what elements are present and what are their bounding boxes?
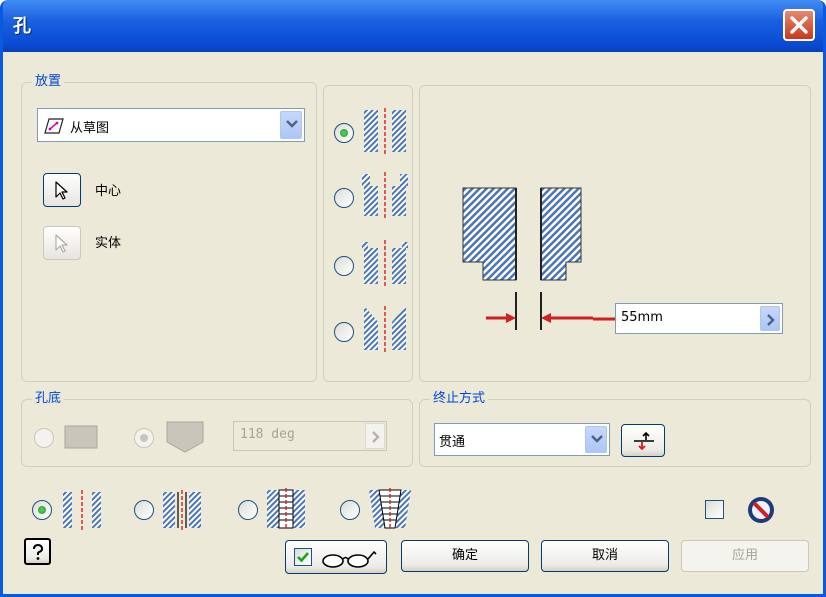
title-bar[interactable]: 孔 (3, 0, 823, 52)
countersink-hole-icon[interactable] (362, 306, 408, 352)
flip-direction-button[interactable] (621, 424, 665, 457)
taper-tapped-hole-icon[interactable] (367, 488, 413, 530)
thread-tapped-radio[interactable] (238, 500, 258, 520)
counterbore-hole-icon[interactable] (362, 172, 408, 218)
placement-dropdown-button[interactable] (280, 111, 302, 139)
placement-group-title: 放置 (32, 74, 65, 90)
preview-checkbox[interactable] (294, 548, 312, 566)
cursor-arrow-icon (55, 234, 68, 253)
diameter-options-button[interactable] (760, 306, 780, 331)
placement-value: 从草图 (70, 121, 110, 136)
diameter-value: 55mm (621, 310, 663, 325)
hole-type-drilled-radio[interactable] (334, 123, 354, 143)
thread-simple-radio[interactable] (32, 500, 52, 520)
help-button[interactable] (24, 538, 51, 565)
chevron-right-icon (767, 314, 775, 326)
hole-type-spotface-radio[interactable] (334, 256, 354, 276)
chevron-right-icon (372, 431, 380, 443)
help-icon (33, 543, 44, 560)
drill-angle-options-button[interactable] (365, 423, 385, 449)
termination-dropdown[interactable]: 贯通 (434, 423, 610, 456)
solid-select-button[interactable] (43, 226, 81, 260)
cancel-button[interactable]: 取消 (541, 540, 669, 572)
dialog-title: 孔 (13, 16, 31, 37)
no-entry-icon[interactable] (746, 495, 776, 525)
hole-dialog: 孔 放置 从草图 中心 实体 55mm 孔底 118 deg 终止方式 贯通 确… (0, 0, 826, 597)
extra-option-checkbox[interactable] (705, 500, 724, 519)
hole-preview-diagram (462, 187, 593, 330)
thread-clearance-radio[interactable] (134, 500, 154, 520)
termination-group-title: 终止方式 (430, 391, 489, 407)
hole-type-countersink-radio[interactable] (334, 322, 354, 342)
flat-drill-point-icon (64, 425, 98, 449)
drill-point-group-title: 孔底 (32, 391, 65, 407)
placement-dropdown[interactable]: 从草图 (37, 108, 305, 142)
chevron-down-icon (591, 435, 603, 443)
flip-direction-icon (634, 431, 654, 451)
drill-angle-input[interactable]: 118 deg (233, 421, 387, 451)
angle-drill-point-icon (166, 421, 204, 453)
close-icon (790, 16, 808, 34)
sketch-plane-icon (44, 118, 64, 134)
dimension-leader (593, 317, 617, 321)
drill-point-angle-radio[interactable] (134, 428, 154, 448)
simple-hole-icon[interactable] (61, 490, 103, 530)
spotface-hole-icon[interactable] (362, 240, 408, 286)
center-label: 中心 (95, 184, 122, 199)
chevron-down-icon (286, 120, 298, 128)
termination-dropdown-button[interactable] (585, 426, 607, 453)
close-button[interactable] (783, 9, 815, 41)
diameter-input[interactable]: 55mm (615, 303, 783, 334)
hole-type-counterbore-radio[interactable] (334, 188, 354, 208)
termination-value: 贯通 (439, 435, 466, 450)
ok-button[interactable]: 确定 (401, 540, 529, 572)
apply-button[interactable]: 应用 (681, 540, 809, 572)
center-select-button[interactable] (43, 173, 81, 207)
drilled-hole-icon[interactable] (362, 108, 408, 154)
drill-angle-value: 118 deg (240, 427, 295, 442)
thread-taper-tapped-radio[interactable] (340, 500, 360, 520)
solid-label: 实体 (95, 236, 122, 251)
glasses-icon (322, 550, 377, 568)
clearance-hole-icon[interactable] (161, 490, 203, 530)
tapped-hole-icon[interactable] (265, 488, 307, 530)
preview-toggle-button[interactable] (285, 540, 387, 574)
cursor-arrow-icon (55, 181, 68, 200)
drill-point-flat-radio[interactable] (34, 428, 54, 448)
check-icon (297, 552, 309, 563)
